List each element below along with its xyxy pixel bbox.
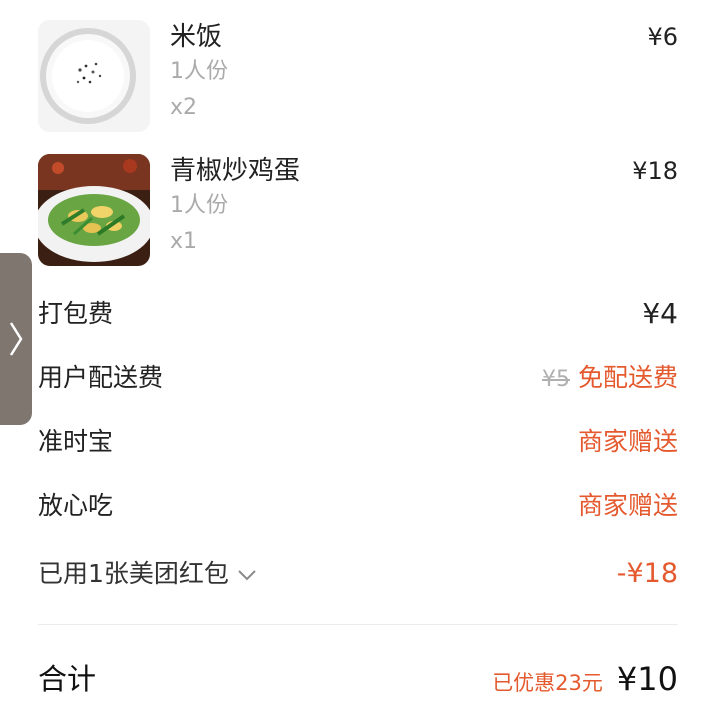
- total-discount: 已优惠23元: [492, 671, 603, 695]
- coupon-row[interactable]: 已用1张美团红包 -¥18: [38, 552, 678, 596]
- order-item-rice[interactable]: 米饭 1人份 x2 ¥6: [38, 20, 678, 132]
- item-spec: 1人份: [170, 59, 228, 84]
- item-quantity: x2: [170, 95, 198, 120]
- delivery-fee-row: 用户配送费 ¥5 免配送费: [38, 356, 678, 400]
- on-time-label: 准时宝: [38, 427, 114, 456]
- delivery-fee-original: ¥5: [541, 367, 570, 392]
- coupon-label: 已用1张美团红包: [38, 559, 229, 588]
- on-time-value: 商家赠送: [577, 427, 678, 456]
- item-spec: 1人份: [170, 193, 228, 218]
- safe-eat-label: 放心吃: [38, 491, 114, 520]
- rice-bowl-image: [38, 20, 150, 132]
- total-row: 合计 已优惠23元 ¥10: [38, 656, 678, 702]
- item-name: 米饭: [170, 22, 223, 52]
- pepper-eggs-image: [38, 154, 150, 266]
- coupon-label-group[interactable]: 已用1张美团红包: [38, 552, 257, 596]
- chevron-right-icon: [9, 322, 23, 356]
- divider: [38, 624, 678, 625]
- packing-fee-value: ¥4: [642, 297, 678, 330]
- item-price: ¥18: [632, 157, 678, 185]
- total-price: ¥10: [616, 660, 678, 698]
- item-price: ¥6: [647, 23, 678, 51]
- item-name: 青椒炒鸡蛋: [170, 156, 301, 186]
- side-expand-tab[interactable]: [0, 253, 32, 425]
- delivery-fee-value-group: ¥5 免配送费: [542, 356, 678, 402]
- packing-fee-row: 打包费 ¥4: [38, 292, 678, 336]
- safe-eat-value: 商家赠送: [577, 491, 678, 520]
- delivery-fee-label: 用户配送费: [38, 363, 164, 392]
- item-quantity: x1: [170, 229, 198, 254]
- coupon-value: -¥18: [616, 558, 678, 589]
- total-value-group: 已优惠23元 ¥10: [492, 656, 678, 706]
- safe-eat-row: 放心吃 商家赠送: [38, 484, 678, 528]
- chevron-down-icon[interactable]: [237, 568, 257, 582]
- total-label: 合计: [38, 662, 97, 696]
- packing-fee-label: 打包费: [38, 299, 114, 328]
- delivery-fee-free: 免配送费: [577, 363, 678, 392]
- order-item-pepper-eggs[interactable]: 青椒炒鸡蛋 1人份 x1 ¥18: [38, 154, 678, 266]
- on-time-row: 准时宝 商家赠送: [38, 420, 678, 464]
